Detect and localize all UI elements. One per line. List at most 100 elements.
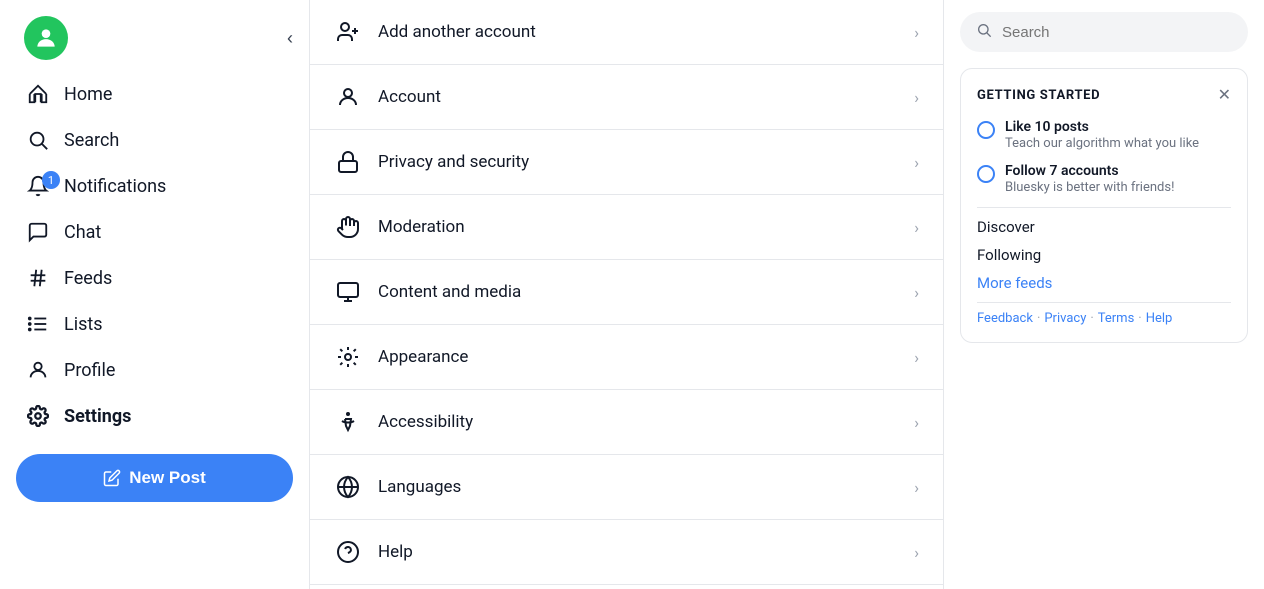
task-like-subtitle: Teach our algorithm what you like bbox=[1005, 136, 1199, 151]
sidebar-item-notifications[interactable]: 1 Notifications bbox=[12, 164, 297, 208]
sidebar-item-settings[interactable]: Settings bbox=[12, 394, 297, 438]
close-button[interactable]: ✕ bbox=[1218, 85, 1231, 105]
hash-icon bbox=[26, 266, 50, 290]
add-user-icon bbox=[334, 18, 362, 46]
account-label: Account bbox=[378, 87, 898, 107]
sidebar-item-profile[interactable]: Profile bbox=[12, 348, 297, 392]
task-follow-subtitle: Bluesky is better with friends! bbox=[1005, 180, 1174, 195]
task-like-text: Like 10 posts Teach our algorithm what y… bbox=[1005, 119, 1199, 151]
divider-feeds bbox=[977, 207, 1231, 208]
getting-started-title: GETTING STARTED bbox=[977, 88, 1100, 103]
avatar[interactable] bbox=[24, 16, 68, 60]
divider-footer bbox=[977, 302, 1231, 303]
settings-appearance[interactable]: Appearance › bbox=[310, 325, 943, 390]
chevron-icon-languages: › bbox=[914, 478, 919, 497]
getting-started-header: GETTING STARTED ✕ bbox=[977, 85, 1231, 105]
chevron-icon-add-account: › bbox=[914, 23, 919, 42]
feed-following[interactable]: Following bbox=[977, 244, 1231, 266]
sidebar-nav: Home Search 1 Notifications bbox=[0, 72, 309, 438]
languages-label: Languages bbox=[378, 477, 898, 497]
sidebar-item-lists[interactable]: Lists bbox=[12, 302, 297, 346]
person-icon bbox=[334, 83, 362, 111]
footer-terms[interactable]: Terms bbox=[1098, 311, 1135, 326]
add-account-label: Add another account bbox=[378, 22, 898, 42]
task-like-title: Like 10 posts bbox=[1005, 119, 1199, 135]
task-follow-text: Follow 7 accounts Bluesky is better with… bbox=[1005, 163, 1174, 195]
settings-languages[interactable]: Languages › bbox=[310, 455, 943, 520]
footer-sep-2: · bbox=[1090, 311, 1093, 326]
moderation-label: Moderation bbox=[378, 217, 898, 237]
appearance-icon bbox=[334, 343, 362, 371]
settings-icon bbox=[26, 404, 50, 428]
chevron-icon-moderation: › bbox=[914, 218, 919, 237]
notification-badge: 1 bbox=[42, 171, 60, 189]
chevron-icon-account: › bbox=[914, 88, 919, 107]
sidebar-item-feeds[interactable]: Feeds bbox=[12, 256, 297, 300]
sidebar-item-label-lists: Lists bbox=[64, 314, 103, 335]
settings-privacy[interactable]: Privacy and security › bbox=[310, 130, 943, 195]
footer-privacy[interactable]: Privacy bbox=[1044, 311, 1086, 326]
content-media-label: Content and media bbox=[378, 282, 898, 302]
accessibility-icon bbox=[334, 408, 362, 436]
globe-icon bbox=[334, 473, 362, 501]
footer-sep-3: · bbox=[1138, 311, 1141, 326]
search-icon bbox=[26, 128, 50, 152]
chevron-icon-accessibility: › bbox=[914, 413, 919, 432]
settings-content-media[interactable]: Content and media › bbox=[310, 260, 943, 325]
task-circle-like bbox=[977, 121, 995, 139]
settings-add-account[interactable]: Add another account › bbox=[310, 0, 943, 65]
chevron-icon-help: › bbox=[914, 543, 919, 562]
search-input[interactable] bbox=[1002, 24, 1232, 41]
help-icon bbox=[334, 538, 362, 566]
settings-help[interactable]: Help › bbox=[310, 520, 943, 585]
hand-icon bbox=[334, 213, 362, 241]
footer-links: Feedback · Privacy · Terms · Help bbox=[977, 311, 1231, 326]
chevron-icon-content: › bbox=[914, 283, 919, 302]
search-box[interactable] bbox=[960, 12, 1248, 52]
footer-help[interactable]: Help bbox=[1146, 311, 1173, 326]
sidebar-item-home[interactable]: Home bbox=[12, 72, 297, 116]
new-post-button[interactable]: New Post bbox=[16, 454, 293, 502]
chevron-icon-privacy: › bbox=[914, 153, 919, 172]
settings-moderation[interactable]: Moderation › bbox=[310, 195, 943, 260]
new-post-label: New Post bbox=[129, 468, 206, 488]
accessibility-label: Accessibility bbox=[378, 412, 898, 432]
task-circle-follow bbox=[977, 165, 995, 183]
home-icon bbox=[26, 82, 50, 106]
collapse-button[interactable]: ‹ bbox=[287, 28, 293, 49]
settings-about[interactable]: About › bbox=[310, 585, 943, 589]
footer-sep-1: · bbox=[1037, 311, 1040, 326]
list-icon bbox=[26, 312, 50, 336]
sidebar-item-label-notifications: Notifications bbox=[64, 176, 166, 197]
sidebar-item-chat[interactable]: Chat bbox=[12, 210, 297, 254]
task-like-posts: Like 10 posts Teach our algorithm what y… bbox=[977, 119, 1231, 151]
feed-more[interactable]: More feeds bbox=[977, 272, 1231, 294]
feed-discover[interactable]: Discover bbox=[977, 216, 1231, 238]
feeds-section: Discover Following More feeds bbox=[977, 216, 1231, 294]
media-icon bbox=[334, 278, 362, 306]
right-panel: GETTING STARTED ✕ Like 10 posts Teach ou… bbox=[944, 0, 1264, 589]
sidebar-item-label-feeds: Feeds bbox=[64, 268, 112, 289]
lock-icon bbox=[334, 148, 362, 176]
help-label: Help bbox=[378, 542, 898, 562]
footer-feedback[interactable]: Feedback bbox=[977, 311, 1033, 326]
getting-started-panel: GETTING STARTED ✕ Like 10 posts Teach ou… bbox=[960, 68, 1248, 343]
profile-icon bbox=[26, 358, 50, 382]
edit-icon bbox=[103, 469, 121, 487]
settings-accessibility[interactable]: Accessibility › bbox=[310, 390, 943, 455]
settings-account[interactable]: Account › bbox=[310, 65, 943, 130]
task-follow-accounts: Follow 7 accounts Bluesky is better with… bbox=[977, 163, 1231, 195]
sidebar-item-label-search: Search bbox=[64, 130, 119, 151]
bell-icon: 1 bbox=[26, 174, 50, 198]
task-follow-title: Follow 7 accounts bbox=[1005, 163, 1174, 179]
settings-panel: Add another account › Account › Privacy … bbox=[310, 0, 944, 589]
search-icon-right bbox=[976, 22, 992, 42]
sidebar-item-label-home: Home bbox=[64, 84, 112, 105]
chat-icon bbox=[26, 220, 50, 244]
privacy-label: Privacy and security bbox=[378, 152, 898, 172]
sidebar-item-search[interactable]: Search bbox=[12, 118, 297, 162]
chevron-icon-appearance: › bbox=[914, 348, 919, 367]
appearance-label: Appearance bbox=[378, 347, 898, 367]
sidebar-item-label-profile: Profile bbox=[64, 360, 115, 381]
sidebar: ‹ Home Search bbox=[0, 0, 310, 589]
